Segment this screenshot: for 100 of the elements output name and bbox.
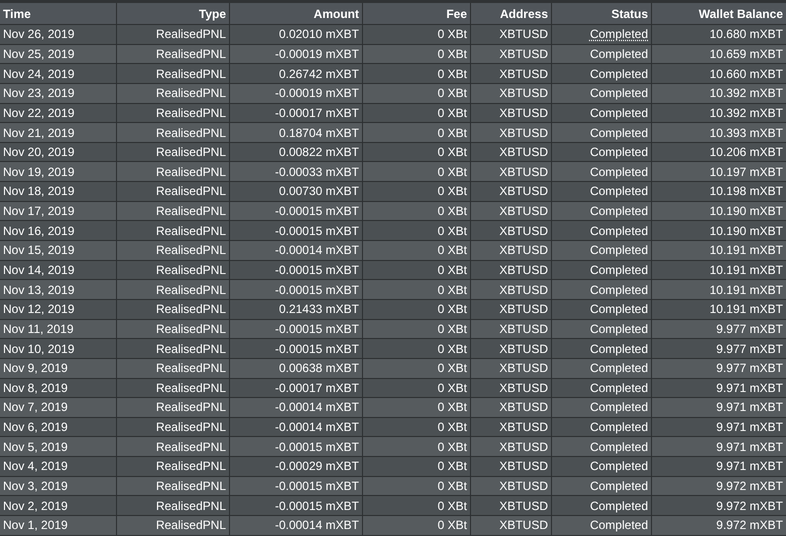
table-cell: Completed xyxy=(552,398,651,417)
table-cell: -0.00019 mXBT xyxy=(230,84,362,103)
table-cell: Completed xyxy=(552,516,651,535)
table-cell: Completed xyxy=(552,25,651,44)
table-cell: XBTUSD xyxy=(471,202,551,220)
table-cell: XBTUSD xyxy=(471,44,551,64)
table-cell: 10.191 mXBT xyxy=(652,260,786,280)
column-header[interactable]: Fee xyxy=(363,3,470,24)
table-cell: XBTUSD xyxy=(471,320,551,338)
table-cell: XBTUSD xyxy=(471,300,551,319)
table-cell: XBTUSD xyxy=(471,221,551,240)
table-cell: RealisedPNL xyxy=(117,221,229,240)
table-cell: -0.00015 mXBT xyxy=(230,476,362,496)
table-cell: 10.206 mXBT xyxy=(652,142,786,162)
table-cell: Nov 14, 2019 xyxy=(0,260,116,280)
table-cell: XBTUSD xyxy=(471,418,551,436)
table-cell: 10.197 mXBT xyxy=(652,162,786,182)
table-cell: XBTUSD xyxy=(471,339,551,358)
table-cell: 10.191 mXBT xyxy=(652,300,786,319)
table-cell: 9.972 mXBT xyxy=(652,496,786,516)
table-cell: Nov 19, 2019 xyxy=(0,162,116,182)
table-cell: Completed xyxy=(552,162,651,182)
table-cell: -0.00017 mXBT xyxy=(230,378,362,398)
table-cell: Completed xyxy=(552,378,651,398)
table-cell: 0.21433 mXBT xyxy=(230,300,362,319)
table-cell: 0.18704 mXBT xyxy=(230,123,362,142)
table-cell: RealisedPNL xyxy=(117,378,229,398)
table-cell: 0 XBt xyxy=(363,162,470,182)
table-cell: -0.00015 mXBT xyxy=(230,496,362,516)
table-cell: RealisedPNL xyxy=(117,457,229,476)
table-cell: Completed xyxy=(552,123,651,142)
table-cell: 9.971 mXBT xyxy=(652,398,786,417)
table-cell: Nov 21, 2019 xyxy=(0,123,116,142)
table-cell: Completed xyxy=(552,182,651,201)
table-cell: RealisedPNL xyxy=(117,320,229,338)
table-cell: Nov 8, 2019 xyxy=(0,378,116,398)
column-header[interactable]: Amount xyxy=(230,3,362,24)
table-cell: 0 XBt xyxy=(363,280,470,299)
table-cell: 10.198 mXBT xyxy=(652,182,786,201)
table-cell: 0 XBt xyxy=(363,202,470,220)
table-cell: RealisedPNL xyxy=(117,104,229,122)
table-cell: 0 XBt xyxy=(363,25,470,44)
table-cell: Completed xyxy=(552,64,651,83)
column-header[interactable]: Address xyxy=(471,3,551,24)
column-header[interactable]: Type xyxy=(117,3,229,24)
table-cell: RealisedPNL xyxy=(117,339,229,358)
table-cell: 10.190 mXBT xyxy=(652,202,786,220)
table-cell: Nov 25, 2019 xyxy=(0,44,116,64)
column-header[interactable]: Status xyxy=(552,3,651,24)
table-cell: XBTUSD xyxy=(471,64,551,83)
table-cell: XBTUSD xyxy=(471,142,551,162)
table-cell: 0.26742 mXBT xyxy=(230,64,362,83)
column-header[interactable]: Time xyxy=(0,3,116,24)
table-cell: Nov 15, 2019 xyxy=(0,241,116,260)
table-cell: 0.02010 mXBT xyxy=(230,25,362,44)
table-cell: RealisedPNL xyxy=(117,496,229,516)
table-cell: 0.00822 mXBT xyxy=(230,142,362,162)
table-cell: 10.680 mXBT xyxy=(652,25,786,44)
table-cell: XBTUSD xyxy=(471,84,551,103)
table-cell: 0 XBt xyxy=(363,437,470,456)
table-cell: XBTUSD xyxy=(471,457,551,476)
table-cell: RealisedPNL xyxy=(117,437,229,456)
table-cell: Nov 20, 2019 xyxy=(0,142,116,162)
table-cell: 10.190 mXBT xyxy=(652,221,786,240)
table-cell: 9.972 mXBT xyxy=(652,476,786,496)
table-cell: XBTUSD xyxy=(471,123,551,142)
table-cell: XBTUSD xyxy=(471,437,551,456)
table-cell: Completed xyxy=(552,142,651,162)
table-cell: 0 XBt xyxy=(363,339,470,358)
table-cell: XBTUSD xyxy=(471,162,551,182)
table-cell: Completed xyxy=(552,104,651,122)
table-cell: Nov 4, 2019 xyxy=(0,457,116,476)
table-cell: Completed xyxy=(552,358,651,378)
table-cell: RealisedPNL xyxy=(117,142,229,162)
column-header[interactable]: Wallet Balance xyxy=(652,3,786,24)
table-cell: 10.392 mXBT xyxy=(652,84,786,103)
table-cell: 0 XBt xyxy=(363,358,470,378)
table-cell: 0 XBt xyxy=(363,84,470,103)
table-cell: Completed xyxy=(552,320,651,338)
table-cell: -0.00015 mXBT xyxy=(230,339,362,358)
table-cell: Nov 3, 2019 xyxy=(0,476,116,496)
table-cell: Nov 12, 2019 xyxy=(0,300,116,319)
table-cell: RealisedPNL xyxy=(117,476,229,496)
table-cell: XBTUSD xyxy=(471,358,551,378)
table-cell: 0 XBt xyxy=(363,64,470,83)
table-cell: -0.00015 mXBT xyxy=(230,260,362,280)
table-cell: -0.00015 mXBT xyxy=(230,280,362,299)
table-cell: -0.00014 mXBT xyxy=(230,241,362,260)
table-cell: 0 XBt xyxy=(363,142,470,162)
table-cell: Nov 7, 2019 xyxy=(0,398,116,417)
table-cell: RealisedPNL xyxy=(117,398,229,417)
table-cell: Completed xyxy=(552,418,651,436)
table-cell: Completed xyxy=(552,44,651,64)
table-cell: Nov 2, 2019 xyxy=(0,496,116,516)
table-cell: RealisedPNL xyxy=(117,516,229,535)
table-cell: Nov 11, 2019 xyxy=(0,320,116,338)
table-cell: Completed xyxy=(552,221,651,240)
table-cell: 0 XBt xyxy=(363,260,470,280)
table-cell: 0.00730 mXBT xyxy=(230,182,362,201)
table-cell: -0.00015 mXBT xyxy=(230,221,362,240)
